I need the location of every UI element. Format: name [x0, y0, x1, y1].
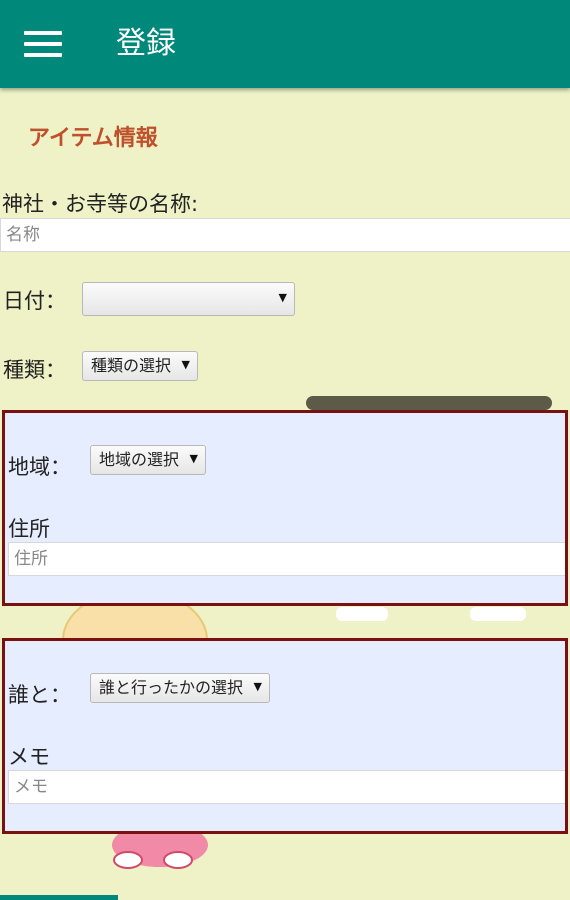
address-input[interactable] — [8, 542, 565, 576]
region-label: 地域： — [8, 455, 71, 479]
date-label: 日付： — [3, 289, 66, 313]
category-select[interactable]: 種類の選択 ▼ — [82, 351, 199, 381]
memo-input[interactable] — [8, 770, 565, 804]
app-bar: 登録 — [0, 0, 570, 88]
region-panel: 地域： 地域の選択 ▼ 住所 — [2, 410, 568, 606]
region-select-value: 地域の選択 — [99, 450, 180, 469]
chevron-down-icon: ▼ — [253, 680, 263, 693]
address-label: 住所 — [8, 517, 50, 541]
category-select-value: 種類の選択 — [91, 356, 172, 375]
chevron-down-icon: ▼ — [189, 452, 199, 465]
chevron-down-icon: ▼ — [278, 291, 287, 304]
section-title: アイテム情報 — [28, 126, 158, 151]
page-title: 登録 — [116, 26, 176, 61]
region-select[interactable]: 地域の選択 ▼ — [90, 445, 207, 475]
companion-label: 誰と： — [8, 683, 71, 707]
shrine-name-label: 神社・お寺等の名称: — [2, 192, 199, 216]
illustration-white-step-right — [470, 607, 526, 621]
illustration-green-bar — [0, 895, 118, 900]
companion-select-value: 誰と行ったかの選択 — [99, 678, 244, 697]
date-select[interactable]: ▼ — [82, 282, 295, 316]
hamburger-menu-icon[interactable] — [24, 30, 62, 58]
illustration-feet-left — [113, 851, 143, 869]
category-label: 種類： — [3, 358, 66, 382]
illustration-feet-right — [163, 851, 193, 869]
chevron-down-icon: ▼ — [181, 358, 191, 371]
memo-label: メモ — [8, 745, 50, 769]
companion-panel: 誰と： 誰と行ったかの選択 ▼ メモ — [2, 638, 568, 834]
illustration-roof-shape — [306, 396, 552, 410]
companion-select[interactable]: 誰と行ったかの選択 ▼ — [90, 673, 271, 703]
shrine-name-input[interactable] — [0, 218, 570, 252]
illustration-white-step-left — [336, 607, 388, 621]
